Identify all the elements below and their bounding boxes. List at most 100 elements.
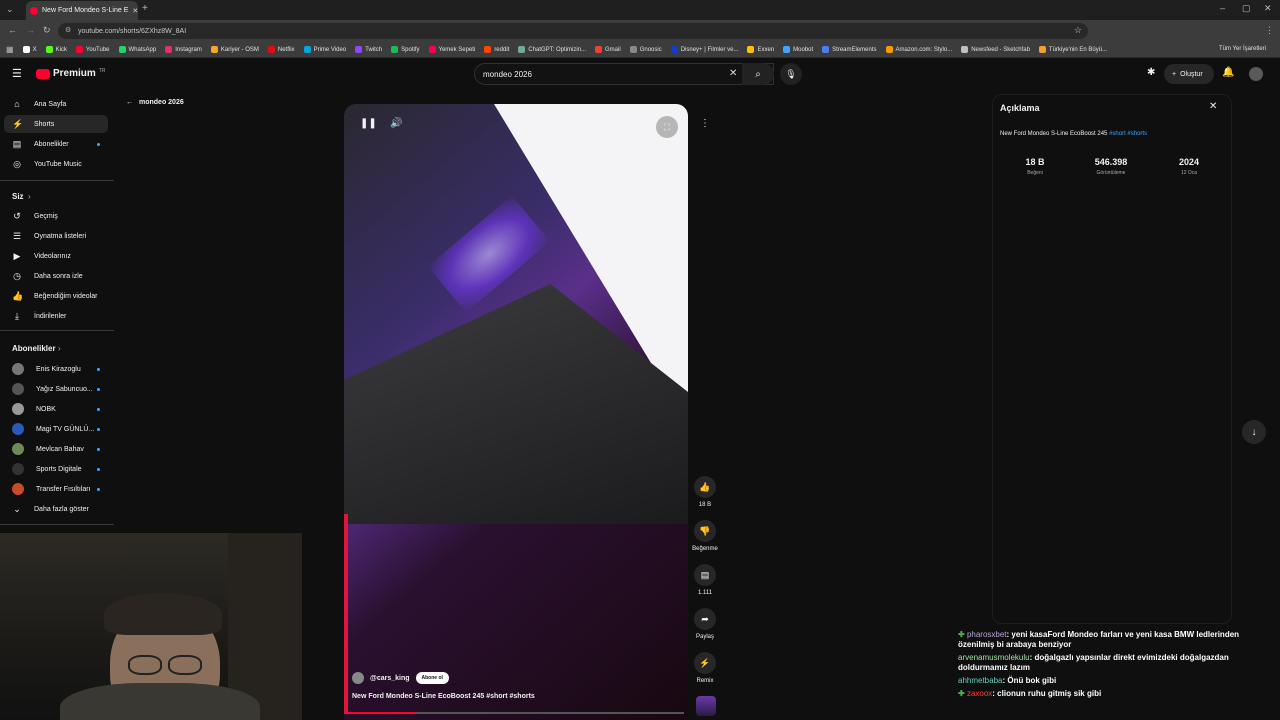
sidebar-subscription[interactable]: NOBK [4, 400, 108, 418]
dislike-button[interactable]: 👎 [694, 520, 716, 542]
bookmark-item[interactable]: WhatsApp [118, 46, 156, 53]
sidebar-item-label: Ana Sayfa [34, 100, 67, 108]
bookmark-item[interactable]: Kariyer - OSM [210, 46, 259, 53]
minimize-icon[interactable]: – [1220, 3, 1225, 13]
bookmark-item[interactable]: Yemek Sepeti [428, 46, 475, 53]
bookmark-item[interactable]: YouTube [75, 46, 110, 53]
bookmark-label: X [32, 46, 37, 53]
music-icon: ◎ [13, 158, 21, 169]
search-input[interactable]: mondeo 2026 ✕ [474, 63, 774, 85]
bookmark-label: Moobot [793, 46, 814, 53]
bookmark-item[interactable]: Newsfeed - Sketchfab [961, 46, 1030, 53]
volume-icon[interactable]: 🔊 [390, 118, 402, 129]
channel-avatar[interactable] [352, 672, 364, 684]
short-more-icon[interactable]: ⋮ [700, 118, 710, 129]
search-value: mondeo 2026 [483, 69, 532, 79]
sidebar-subscription[interactable]: Mevlcan Bahav [4, 440, 108, 458]
back-icon[interactable]: ← [8, 25, 17, 35]
share-button[interactable]: ➦ [694, 608, 716, 630]
sidebar-item-library[interactable]: ↺ Geçmiş [4, 207, 108, 225]
bookmark-item[interactable]: Prime Video [303, 46, 346, 53]
remix-label: Remix [696, 678, 714, 684]
bookmark-star-icon[interactable]: ☆ [1074, 25, 1082, 36]
chat-message: ahhmetbaba: Önü bok gibi [958, 676, 1276, 686]
sidebar-subscription[interactable]: Sports Digitale [4, 460, 108, 478]
close-tab-icon[interactable]: ✕ [132, 7, 138, 15]
create-button[interactable]: + Oluştur [1164, 64, 1214, 84]
tab-list-icon[interactable]: ⌄ [6, 4, 14, 15]
subscribe-button[interactable]: Abone ol [415, 672, 449, 684]
bookmark-item[interactable]: ChatGPT: Optimizin... [518, 46, 586, 53]
sidebar-item-main[interactable]: ▤ Abonelikler [4, 135, 108, 153]
sidebar-item-library[interactable]: 👍 Beğendiğim videolar [4, 287, 108, 305]
clear-search-icon[interactable]: ✕ [729, 68, 737, 79]
sidebar-item-library[interactable]: ◷ Daha sonra izle [4, 267, 108, 285]
bookmark-item[interactable]: Twitch [355, 46, 382, 53]
bookmark-item[interactable]: Amazon.com: Stylo... [885, 46, 952, 53]
bookmark-favicon-icon [267, 46, 275, 53]
sidebar-item-library[interactable]: ▶ Videolarınız [4, 247, 108, 265]
bookmark-item[interactable]: Exxen [747, 46, 774, 53]
reload-icon[interactable]: ↻ [43, 25, 51, 36]
description-tags[interactable]: #short #shorts [1109, 131, 1147, 137]
url-input[interactable]: ⚙ youtube.com/shorts/6ZXhz8W_8AI ☆ [58, 23, 1088, 39]
sidebar-subscription[interactable]: Yağız Sabuncuo... [4, 380, 108, 398]
fullscreen-icon[interactable]: ⛶ [656, 116, 678, 138]
bookmark-item[interactable]: Kick [45, 46, 67, 53]
short-tags[interactable]: #short #shorts [486, 693, 535, 700]
sidebar-subscription[interactable]: Enis Kirazoglu [4, 360, 108, 378]
sidebar-subscription[interactable]: Transfer Fısıltıları [4, 480, 108, 498]
bookmark-favicon-icon [1038, 46, 1046, 53]
bookmark-item[interactable]: Disney+ | Filmler ve... [670, 46, 738, 53]
bookmark-item[interactable]: Netflix [267, 46, 295, 53]
all-bookmarks-label[interactable]: Tüm Yer İşaretleri [1219, 46, 1266, 52]
bookmark-item[interactable]: Moobot [783, 46, 813, 53]
sidebar-item-main[interactable]: ⌂ Ana Sayfa [4, 95, 108, 113]
progress-track[interactable] [348, 712, 684, 714]
avatar[interactable] [1249, 67, 1263, 81]
forward-icon[interactable]: → [26, 25, 35, 35]
sidebar-item-library[interactable]: ⤓ İndirilenler [4, 307, 108, 325]
channel-avatar [12, 443, 24, 455]
notifications-bell-icon[interactable]: 🔔 [1222, 67, 1234, 78]
subscriptions-header[interactable]: Abonelikler [12, 344, 56, 353]
maximize-icon[interactable]: ▢ [1242, 3, 1251, 14]
bookmark-item[interactable]: Gnoosic [629, 46, 662, 53]
chevron-right-icon: › [28, 192, 31, 201]
search-button[interactable]: ⌕ [742, 63, 774, 85]
bookmark-item[interactable]: Spotify [391, 46, 420, 53]
sidebar-item-main[interactable]: ◎ YouTube Music [4, 155, 108, 173]
browser-tab[interactable]: New Ford Mondeo S-Line E ✕ [26, 1, 138, 20]
close-description-icon[interactable]: ✕ [1209, 101, 1217, 112]
pause-icon[interactable]: ❚❚ [360, 118, 377, 129]
show-more-button[interactable]: ⌄ Daha fazla göster [4, 500, 108, 518]
new-tab-icon[interactable]: + [142, 3, 148, 14]
comments-button[interactable]: ▤ [694, 564, 716, 586]
sidebar-item-library[interactable]: ☰ Oynatma listeleri [4, 227, 108, 245]
sidebar-item-main[interactable]: ⚡ Shorts [4, 115, 108, 133]
sidebar-subscription[interactable]: Magi TV GÜNLÜ... [4, 420, 108, 438]
apps-icon[interactable]: ▦ [6, 45, 14, 54]
bookmark-item[interactable]: StreamElements [822, 46, 877, 53]
bookmark-item[interactable]: Instagram [165, 46, 202, 53]
bookmark-item[interactable]: Gmail [595, 46, 621, 53]
bookmark-item[interactable]: X [22, 46, 37, 53]
voice-search-button[interactable]: 🎙 [780, 63, 802, 85]
browser-menu-icon[interactable]: ⋮ [1265, 25, 1274, 36]
site-info-icon[interactable]: ⚙ [65, 26, 71, 34]
close-window-icon[interactable]: ✕ [1264, 3, 1272, 14]
bookmark-label: Spotify [401, 46, 420, 53]
bookmark-item[interactable]: reddit [484, 46, 509, 53]
shorts-back-link[interactable]: ← mondeo 2026 [126, 99, 184, 106]
studio-icon[interactable]: ✱ [1147, 67, 1155, 78]
channel-name[interactable]: @cars_king [370, 675, 410, 682]
you-header[interactable]: Siz [12, 192, 24, 201]
like-button[interactable]: 👍 [694, 476, 716, 498]
sound-thumbnail[interactable] [696, 696, 716, 716]
remix-button[interactable]: ⚡ [694, 652, 716, 674]
new-content-dot [97, 468, 100, 471]
next-short-button[interactable]: ↓ [1242, 420, 1266, 444]
bookmark-item[interactable]: Türkiye'nin En Büyü... [1038, 46, 1107, 53]
shorts-video[interactable]: ❚❚ 🔊 ⛶ @cars_king Abone ol New Ford Mond… [344, 104, 688, 720]
search-icon: ⌕ [755, 68, 761, 80]
